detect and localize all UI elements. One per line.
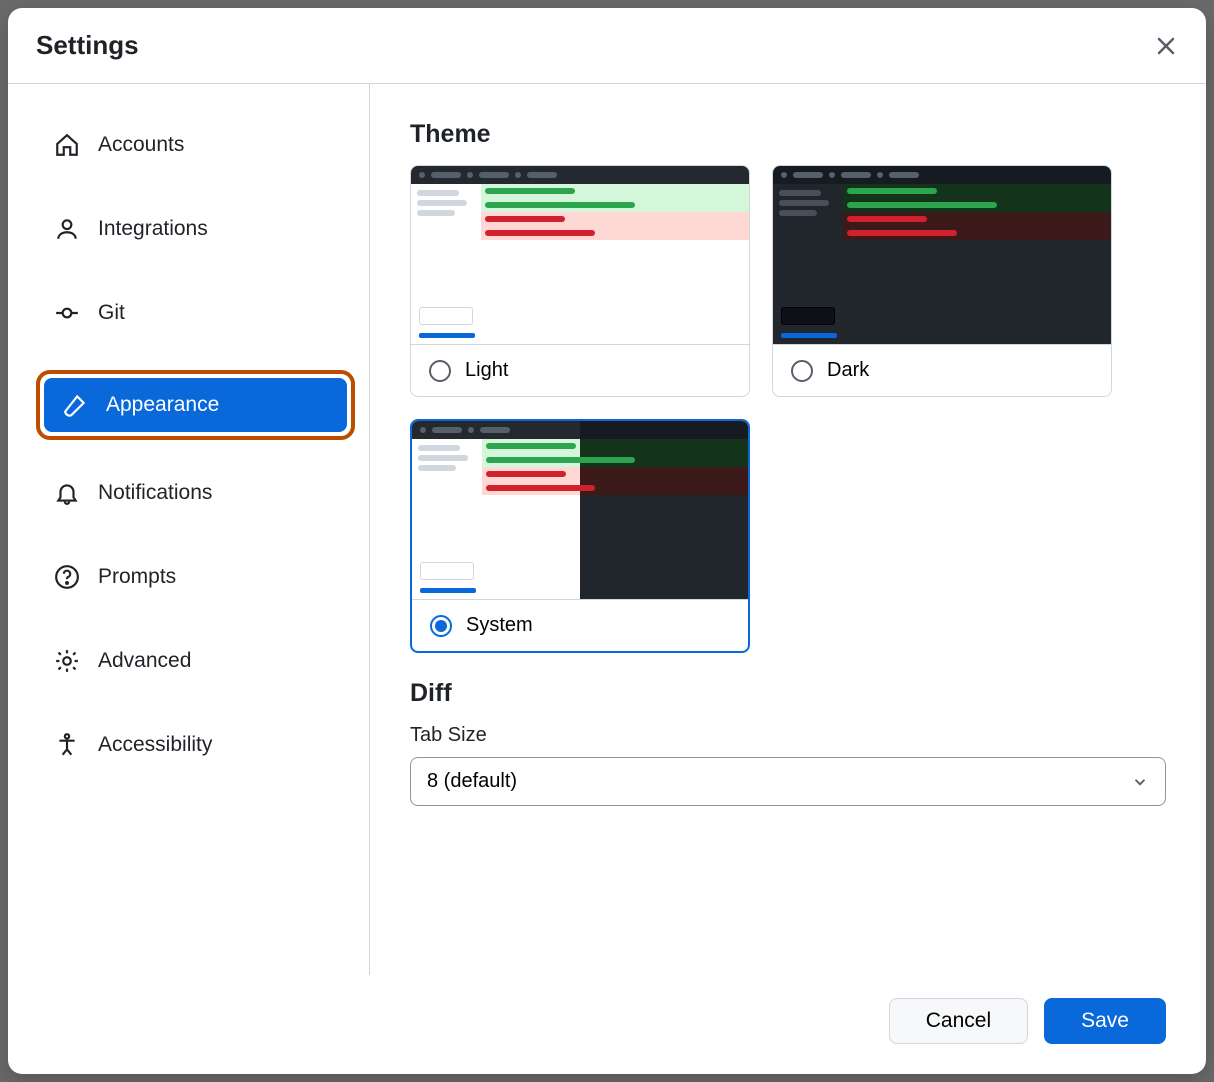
sidebar-item-label: Prompts — [98, 565, 176, 589]
theme-label: Light — [465, 359, 508, 382]
theme-options: Light — [410, 165, 1166, 653]
theme-section-title: Theme — [410, 120, 1166, 149]
close-icon[interactable] — [1154, 34, 1178, 58]
theme-preview-light — [411, 166, 749, 344]
theme-label: System — [466, 614, 533, 637]
settings-modal: Settings Accounts Integrations Git Appea… — [8, 8, 1206, 1074]
sidebar-item-prompts[interactable]: Prompts — [36, 550, 355, 604]
sidebar-item-advanced[interactable]: Advanced — [36, 634, 355, 688]
diff-section-title: Diff — [410, 679, 1166, 708]
sidebar-item-label: Notifications — [98, 481, 212, 505]
bell-icon — [54, 480, 80, 506]
sidebar-item-git[interactable]: Git — [36, 286, 355, 340]
tab-size-select[interactable]: 8 (default) — [410, 757, 1166, 806]
modal-footer: Cancel Save — [8, 975, 1206, 1074]
settings-sidebar: Accounts Integrations Git Appearance Not… — [8, 84, 370, 975]
tab-size-label: Tab Size — [410, 724, 1166, 747]
accessibility-icon — [54, 732, 80, 758]
cancel-button[interactable]: Cancel — [889, 998, 1028, 1044]
person-icon — [54, 216, 80, 242]
sidebar-item-label: Integrations — [98, 217, 208, 241]
sidebar-item-integrations[interactable]: Integrations — [36, 202, 355, 256]
sidebar-item-notifications[interactable]: Notifications — [36, 466, 355, 520]
radio-system[interactable] — [430, 615, 452, 637]
sidebar-item-label: Accessibility — [98, 733, 212, 757]
sidebar-highlight: Appearance — [36, 370, 355, 440]
sidebar-item-accessibility[interactable]: Accessibility — [36, 718, 355, 772]
sidebar-item-accounts[interactable]: Accounts — [36, 118, 355, 172]
modal-body: Accounts Integrations Git Appearance Not… — [8, 84, 1206, 975]
sidebar-item-label: Appearance — [106, 393, 219, 417]
theme-option-dark[interactable]: Dark — [772, 165, 1112, 397]
modal-header: Settings — [8, 8, 1206, 84]
brush-icon — [62, 392, 88, 418]
theme-preview-system — [412, 421, 748, 599]
sidebar-item-label: Advanced — [98, 649, 191, 673]
radio-light[interactable] — [429, 360, 451, 382]
chevron-down-icon — [1131, 773, 1149, 791]
tab-size-value: 8 (default) — [427, 770, 517, 793]
theme-option-system[interactable]: System — [410, 419, 750, 653]
sidebar-item-appearance[interactable]: Appearance — [44, 378, 347, 432]
question-icon — [54, 564, 80, 590]
settings-content: Theme — [370, 84, 1206, 975]
theme-option-light[interactable]: Light — [410, 165, 750, 397]
save-button[interactable]: Save — [1044, 998, 1166, 1044]
git-commit-icon — [54, 300, 80, 326]
sidebar-item-label: Git — [98, 301, 125, 325]
theme-preview-dark — [773, 166, 1111, 344]
radio-dark[interactable] — [791, 360, 813, 382]
home-icon — [54, 132, 80, 158]
theme-label: Dark — [827, 359, 869, 382]
sidebar-item-label: Accounts — [98, 133, 184, 157]
modal-title: Settings — [36, 30, 139, 61]
gear-icon — [54, 648, 80, 674]
